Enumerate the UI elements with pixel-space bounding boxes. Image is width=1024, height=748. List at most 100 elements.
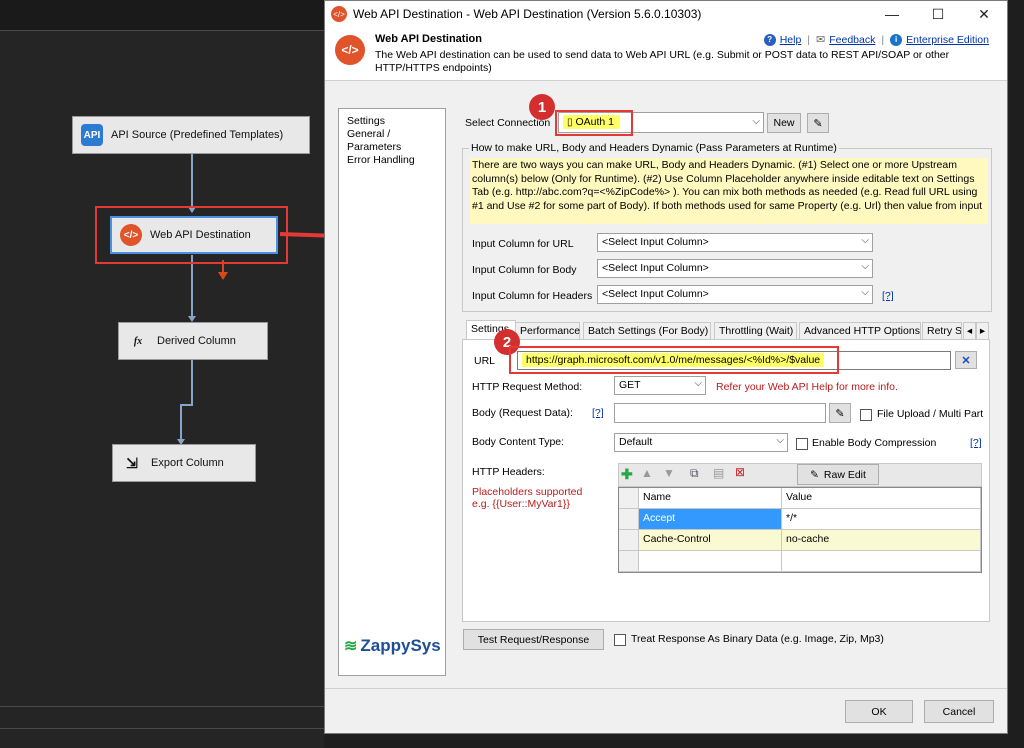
url-label: URL xyxy=(474,355,496,367)
header-value-cell[interactable]: */* xyxy=(782,509,981,530)
tab-advanced-http[interactable]: Advanced HTTP Options xyxy=(799,322,921,340)
column-header-name: Name xyxy=(639,488,782,509)
file-upload-checkbox[interactable] xyxy=(860,409,872,421)
input-column-url-select[interactable]: <Select Input Column> ⌵ xyxy=(597,233,873,252)
body-help-link[interactable]: [?] xyxy=(592,407,604,419)
delete-icon[interactable]: ⊠ xyxy=(735,465,745,479)
paste-icon[interactable]: ▤ xyxy=(713,466,724,480)
body-input[interactable] xyxy=(614,403,826,423)
tab-performance[interactable]: Performance xyxy=(515,322,580,340)
highlight-box xyxy=(509,346,839,374)
header-links: ? Help | ✉ Feedback | i Enterprise Editi… xyxy=(763,33,989,46)
separator: | xyxy=(881,33,885,46)
raw-edit-button[interactable]: ✎ Raw Edit xyxy=(797,464,879,485)
binary-response-checkbox[interactable] xyxy=(614,634,626,646)
feedback-link[interactable]: Feedback xyxy=(829,34,875,46)
highlight-box xyxy=(555,110,633,136)
chevron-down-icon: ⌵ xyxy=(752,116,760,127)
window-titlebar: </> Web API Destination - Web API Destin… xyxy=(325,1,1007,27)
tab-scroll-right-icon[interactable]: ▸ xyxy=(976,322,989,340)
new-row[interactable] xyxy=(619,551,981,572)
copy-icon[interactable]: ⧉ xyxy=(690,466,699,481)
minimize-button[interactable]: — xyxy=(869,1,915,27)
select-value: <Select Input Column> xyxy=(602,288,709,300)
input-url-label: Input Column for URL xyxy=(472,238,574,250)
path-connector xyxy=(180,404,192,406)
chevron-down-icon: ⌵ xyxy=(861,287,869,298)
close-button[interactable]: ✕ xyxy=(961,1,1007,27)
compression-help-link[interactable]: [?] xyxy=(970,437,982,449)
tab-scroll-left-icon[interactable]: ◂ xyxy=(963,322,976,340)
ok-button[interactable]: OK xyxy=(845,700,913,723)
path-connector xyxy=(191,360,193,406)
canvas-divider xyxy=(0,706,324,707)
nav-item-error-handling[interactable]: Error Handling xyxy=(347,154,437,167)
maximize-button[interactable]: ☐ xyxy=(915,1,961,27)
input-column-body-select[interactable]: <Select Input Column> ⌵ xyxy=(597,259,873,278)
cancel-button[interactable]: Cancel xyxy=(924,700,994,723)
input-column-headers-select[interactable]: <Select Input Column> ⌵ xyxy=(597,285,873,304)
task-label: Derived Column xyxy=(157,335,236,347)
header-value-cell[interactable]: no-cache xyxy=(782,530,981,551)
nav-item-settings[interactable]: Settings xyxy=(347,115,437,128)
row-selector[interactable] xyxy=(619,551,639,572)
row-selector[interactable] xyxy=(619,509,639,530)
method-label: HTTP Request Method: xyxy=(472,381,583,393)
path-connector xyxy=(191,255,193,319)
header-name-cell[interactable] xyxy=(639,551,782,572)
step-badge-1: 1 xyxy=(529,94,555,120)
task-derived-column[interactable]: fx Derived Column xyxy=(118,322,268,360)
task-export-column[interactable]: ⇲ Export Column xyxy=(112,444,256,482)
row-selector[interactable] xyxy=(619,530,639,551)
help-link[interactable]: Help xyxy=(780,34,802,46)
logo-text: ZappySys xyxy=(360,636,441,655)
body-compression-checkbox[interactable] xyxy=(796,438,808,450)
clear-url-icon[interactable]: ✕ xyxy=(955,351,977,369)
input-body-label: Input Column for Body xyxy=(472,264,577,276)
canvas-divider xyxy=(0,728,324,729)
edition-link[interactable]: Enterprise Edition xyxy=(906,34,989,46)
header-description: The Web API destination can be used to s… xyxy=(375,49,950,74)
headers-help-link[interactable]: [?] xyxy=(882,290,894,302)
path-connector xyxy=(180,404,182,442)
task-label: API Source (Predefined Templates) xyxy=(111,129,284,141)
test-request-button[interactable]: Test Request/Response xyxy=(463,629,604,650)
body-label: Body (Request Data): xyxy=(472,407,573,419)
info-icon: i xyxy=(890,33,903,46)
task-api-source[interactable]: API API Source (Predefined Templates) xyxy=(72,116,310,154)
table-row[interactable]: Accept */* xyxy=(619,509,981,530)
header-value-cell[interactable] xyxy=(782,551,981,572)
header-name-cell[interactable]: Accept xyxy=(639,509,782,530)
grid-header-row: Name Value xyxy=(619,488,981,509)
binary-response-label: Treat Response As Binary Data (e.g. Imag… xyxy=(631,633,884,645)
content-type-select[interactable]: Default ⌵ xyxy=(614,433,788,452)
move-up-icon[interactable]: ▲ xyxy=(641,466,653,480)
header-title: Web API Destination xyxy=(375,33,482,45)
column-header-value: Value xyxy=(782,488,981,509)
edit-connection-icon[interactable]: ✎ xyxy=(807,113,829,133)
add-row-icon[interactable]: ✚ xyxy=(621,466,633,483)
new-connection-button[interactable]: New xyxy=(767,113,801,133)
move-down-icon[interactable]: ▼ xyxy=(663,466,675,480)
http-method-select[interactable]: GET ⌵ xyxy=(614,376,706,395)
tab-throttling[interactable]: Throttling (Wait) xyxy=(714,322,797,340)
select-value: Default xyxy=(619,436,653,448)
settings-nav: Settings General / Parameters Error Hand… xyxy=(338,108,446,676)
select-value: <Select Input Column> xyxy=(602,262,709,274)
edit-body-icon[interactable]: ✎ xyxy=(829,403,851,423)
chevron-down-icon: ⌵ xyxy=(861,235,869,246)
dialog-header: </> Web API Destination The Web API dest… xyxy=(325,27,1007,81)
zappysys-logo-icon: ≋ xyxy=(344,638,358,655)
chevron-down-icon: ⌵ xyxy=(861,261,869,272)
nav-item-general-parameters[interactable]: General / Parameters xyxy=(347,128,437,154)
group-title: How to make URL, Body and Headers Dynami… xyxy=(469,142,839,154)
row-selector xyxy=(619,488,639,509)
http-headers-grid: Name Value Accept */* Cache-Control no-c… xyxy=(618,487,982,573)
task-label: Export Column xyxy=(151,457,224,469)
tab-batch-settings[interactable]: Batch Settings (For Body) xyxy=(583,322,711,340)
table-row[interactable]: Cache-Control no-cache xyxy=(619,530,981,551)
tab-retry[interactable]: Retry S xyxy=(922,322,962,340)
highlight-box xyxy=(95,206,288,264)
header-name-cell[interactable]: Cache-Control xyxy=(639,530,782,551)
edit-icon: ✎ xyxy=(810,468,819,481)
